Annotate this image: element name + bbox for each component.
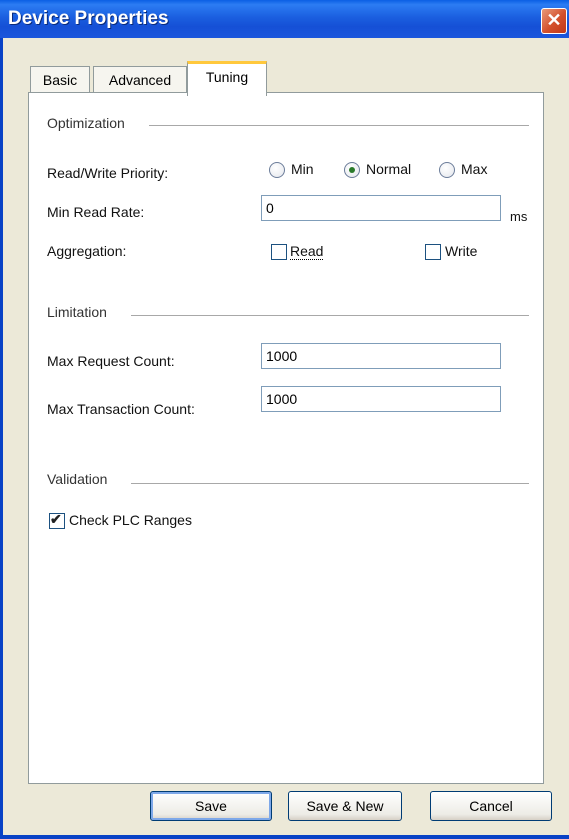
- check-plc-ranges-checkbox[interactable]: ✔: [49, 511, 65, 529]
- radio-selected-dot: [349, 167, 355, 173]
- priority-normal-radio[interactable]: [344, 162, 360, 178]
- window-frame-bottom: [0, 835, 569, 839]
- max-transaction-label: Max Transaction Count:: [47, 401, 195, 417]
- aggregation-label: Aggregation:: [47, 243, 127, 259]
- close-icon: ✕: [546, 10, 562, 30]
- priority-max-radio[interactable]: [439, 162, 455, 178]
- tuning-panel: Optimization Read/Write Priority: Min No…: [28, 92, 544, 784]
- max-transaction-input[interactable]: 1000: [261, 386, 501, 412]
- aggregation-write-label[interactable]: Write: [445, 243, 477, 259]
- tab-tuning[interactable]: Tuning: [187, 61, 267, 96]
- window-title: Device Properties: [8, 8, 169, 29]
- validation-divider: [131, 483, 529, 484]
- save-and-new-button[interactable]: Save & New: [288, 791, 402, 821]
- checkmark-icon: ✔: [50, 511, 62, 527]
- priority-normal-label[interactable]: Normal: [366, 161, 411, 177]
- aggregation-read-label[interactable]: Read: [290, 243, 324, 260]
- min-read-rate-label: Min Read Rate:: [47, 204, 145, 220]
- cancel-button[interactable]: Cancel: [430, 791, 552, 821]
- max-request-label: Max Request Count:: [47, 353, 175, 369]
- limitation-divider: [131, 315, 529, 316]
- priority-label: Read/Write Priority:: [47, 165, 169, 181]
- priority-max-label[interactable]: Max: [461, 161, 487, 177]
- aggregation-read-checkbox[interactable]: [271, 244, 287, 260]
- close-button[interactable]: ✕: [541, 8, 567, 34]
- tab-advanced-label: Advanced: [108, 72, 172, 88]
- aggregation-write-checkbox[interactable]: [425, 244, 441, 260]
- min-read-rate-unit: ms: [510, 209, 528, 224]
- tab-tuning-label: Tuning: [205, 69, 249, 85]
- optimization-divider: [149, 125, 529, 126]
- save-button[interactable]: Save: [150, 791, 272, 821]
- min-read-rate-input[interactable]: 0: [261, 195, 501, 221]
- limitation-section-label: Limitation: [47, 304, 107, 320]
- priority-min-radio[interactable]: [269, 162, 285, 178]
- tab-advanced[interactable]: Advanced: [93, 66, 187, 93]
- priority-min-label[interactable]: Min: [291, 161, 314, 177]
- max-request-input[interactable]: 1000: [261, 343, 501, 369]
- check-plc-ranges-label[interactable]: Check PLC Ranges: [69, 512, 192, 528]
- window-frame-left: [0, 38, 3, 839]
- title-bar: Device Properties ✕: [0, 0, 569, 38]
- save-and-new-label: Save & New: [306, 798, 384, 814]
- tab-basic-label: Basic: [42, 72, 78, 88]
- tab-basic[interactable]: Basic: [30, 66, 90, 93]
- optimization-section-label: Optimization: [47, 115, 125, 131]
- validation-section-label: Validation: [47, 471, 108, 487]
